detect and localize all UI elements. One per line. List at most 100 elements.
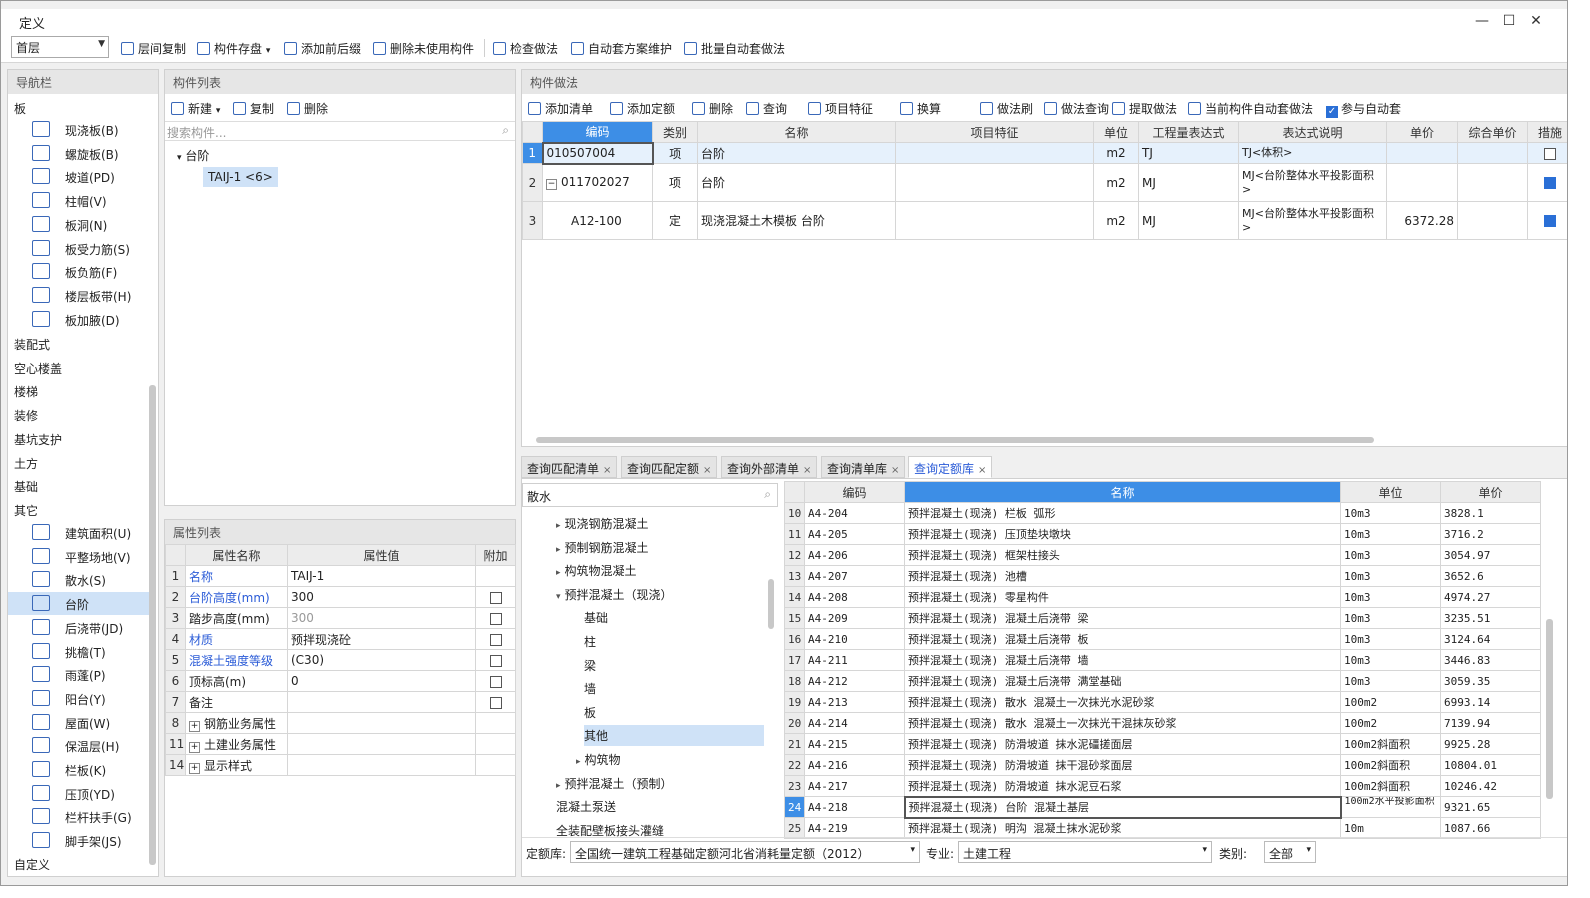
quota-cell-name[interactable]: 预拌混凝土(现浇) 明沟 混凝土抹水泥砂浆 bbox=[904, 817, 1341, 839]
quota-tree-node[interactable]: 其他 bbox=[584, 725, 764, 747]
method-row[interactable]: 1 010507004 项 台阶 m2 TJ TJ<体积> bbox=[522, 141, 1567, 165]
method-cell-code[interactable]: −011702027 bbox=[542, 163, 653, 202]
method-cell-unit[interactable]: m2 bbox=[1093, 163, 1139, 202]
quota-tree-node[interactable]: 墙 bbox=[584, 680, 596, 697]
nav-item[interactable]: 板洞(N) bbox=[8, 213, 152, 236]
measure-checkbox[interactable] bbox=[1544, 147, 1556, 160]
nav-item[interactable]: 螺旋板(B) bbox=[8, 142, 152, 165]
copy-floor-button[interactable]: 层间复制 bbox=[121, 40, 186, 56]
method-column-header[interactable]: 表达式说明 bbox=[1238, 121, 1387, 143]
quota-cell-unit[interactable]: 100m2水平投影面积 bbox=[1340, 796, 1441, 818]
nav-item[interactable]: 阳台(Y) bbox=[8, 687, 152, 710]
method-row[interactable]: 3 A12-100 定 现浇混凝土木模板 台阶 m2 MJ MJ<台阶整体水平投影面积> 63… bbox=[522, 201, 1567, 240]
quota-cell-name[interactable]: 预拌混凝土(现浇) 防滑坡道 抹干混砂浆面层 bbox=[904, 754, 1341, 776]
quota-cell-unit[interactable]: 10m3 bbox=[1340, 670, 1441, 692]
tree-arrow-icon[interactable]: ▸ bbox=[576, 757, 581, 767]
quota-cell-price[interactable]: 10804.01 bbox=[1440, 754, 1541, 776]
quota-row[interactable]: 10 A4-204 预拌混凝土(现浇) 栏板 弧形 10m3 3828.1 bbox=[784, 502, 1541, 524]
quota-tree-node[interactable]: 板 bbox=[584, 704, 596, 721]
nav-category[interactable]: 基坑支护 bbox=[14, 431, 62, 448]
method-cell-feature[interactable] bbox=[895, 142, 1094, 164]
quota-cell-name[interactable]: 预拌混凝土(现浇) 混凝土后浇带 梁 bbox=[904, 607, 1341, 629]
floor-select[interactable]: 首层 ▼ bbox=[11, 36, 109, 58]
quota-tree-node[interactable]: ▸ 构筑物 bbox=[576, 751, 621, 768]
method-toolbar-button[interactable]: 项目特征 bbox=[808, 100, 873, 116]
nav-item[interactable]: 雨蓬(P) bbox=[8, 663, 152, 686]
quota-cell-name[interactable]: 预拌混凝土(现浇) 零星构件 bbox=[904, 586, 1341, 608]
quota-cell-code[interactable]: A4-217 bbox=[804, 775, 905, 797]
tree-arrow-icon[interactable]: ▾ bbox=[556, 592, 561, 602]
delete-unused-button[interactable]: 删除未使用构件 bbox=[373, 40, 474, 56]
quota-cell-unit[interactable]: 10m3 bbox=[1340, 607, 1441, 629]
close-icon[interactable]: ✕ bbox=[1525, 11, 1547, 31]
quota-cell-name[interactable]: 预拌混凝土(现浇) 散水 混凝土一次抹光干混抹灰砂浆 bbox=[904, 712, 1341, 734]
property-row[interactable]: 11 + 土建业务属性 bbox=[165, 733, 516, 755]
quota-cell-unit[interactable]: 100m2 bbox=[1340, 691, 1441, 713]
nav-item[interactable]: 建筑面积(U) bbox=[8, 521, 152, 544]
quota-cell-name[interactable]: 预拌混凝土(现浇) 防滑坡道 抹水泥豆石浆 bbox=[904, 775, 1341, 797]
method-toolbar-button[interactable]: ✓ 参与自动套 bbox=[1326, 100, 1401, 118]
method-column-header[interactable]: 措施 bbox=[1527, 121, 1567, 143]
extra-checkbox[interactable] bbox=[489, 696, 502, 709]
collapse-minus-icon[interactable]: − bbox=[546, 179, 557, 191]
quota-cell-code[interactable]: A4-216 bbox=[804, 754, 905, 776]
nav-item[interactable]: 楼层板带(H) bbox=[8, 284, 152, 307]
minimize-icon[interactable]: — bbox=[1471, 11, 1493, 31]
batch-auto-button[interactable]: 批量自动套做法 bbox=[684, 40, 785, 56]
quota-cell-name[interactable]: 预拌混凝土(现浇) 散水 混凝土一次抹光水泥砂浆 bbox=[904, 691, 1341, 713]
component-tree-parent[interactable]: ▾ 台阶 bbox=[177, 147, 209, 164]
property-value[interactable]: (C30) bbox=[287, 649, 476, 671]
quota-cell-unit[interactable]: 100m2 bbox=[1340, 712, 1441, 734]
quota-cell-unit[interactable]: 100m2斜面积 bbox=[1340, 775, 1441, 797]
quota-row[interactable]: 21 A4-215 预拌混凝土(现浇) 防滑坡道 抹水泥礓搓面层 100m2斜面积 99… bbox=[784, 733, 1541, 755]
close-icon[interactable]: × bbox=[891, 465, 899, 476]
tree-arrow-icon[interactable]: ▸ bbox=[556, 545, 561, 555]
quota-cell-code[interactable]: A4-207 bbox=[804, 565, 905, 587]
quota-cell-name[interactable]: 预拌混凝土(现浇) 混凝土后浇带 板 bbox=[904, 628, 1341, 650]
quota-cell-price[interactable]: 9321.65 bbox=[1440, 796, 1541, 818]
quota-cell-code[interactable]: A4-213 bbox=[804, 691, 905, 713]
nav-scrollbar[interactable] bbox=[149, 385, 156, 865]
quota-row[interactable]: 11 A4-205 预拌混凝土(现浇) 压顶垫块墩块 10m3 3716.2 bbox=[784, 523, 1541, 545]
extra-checkbox[interactable] bbox=[489, 654, 502, 667]
quota-cell-code[interactable]: A4-218 bbox=[804, 796, 905, 818]
nav-item[interactable]: 屋面(W) bbox=[8, 711, 152, 734]
method-cell-code[interactable]: 010507004 bbox=[541, 141, 654, 165]
property-value[interactable]: 预拌现浇砼 bbox=[287, 628, 476, 650]
quota-cell-price[interactable]: 3446.83 bbox=[1440, 649, 1541, 671]
quota-cell-name[interactable]: 预拌混凝土(现浇) 台阶 混凝土基层 bbox=[903, 795, 1342, 819]
quota-tree-node[interactable]: 混凝土泵送 bbox=[556, 798, 616, 815]
close-icon[interactable]: × bbox=[703, 465, 711, 476]
quota-tree-node[interactable]: 柱 bbox=[584, 633, 596, 650]
extra-checkbox[interactable] bbox=[489, 633, 502, 646]
quota-cell-price[interactable]: 6993.14 bbox=[1440, 691, 1541, 713]
quota-column-header[interactable]: 编码 bbox=[804, 481, 905, 503]
nav-item[interactable]: 脚手架(JS) bbox=[8, 829, 152, 852]
method-column-header[interactable]: 类别 bbox=[652, 121, 698, 143]
quota-tree-node[interactable]: ▸ 现浇钢筋混凝土 bbox=[556, 515, 649, 532]
save-component-button[interactable]: 构件存盘 ▾ bbox=[197, 40, 270, 56]
property-value[interactable]: 300 bbox=[287, 586, 476, 608]
quota-cell-price[interactable]: 3054.97 bbox=[1440, 544, 1541, 566]
property-value[interactable] bbox=[287, 691, 476, 713]
quota-cell-name[interactable]: 预拌混凝土(现浇) 压顶垫块墩块 bbox=[904, 523, 1341, 545]
nav-item[interactable]: 平整场地(V) bbox=[8, 545, 152, 568]
method-h-scrollbar[interactable] bbox=[536, 437, 1374, 443]
property-row[interactable]: 2 台阶高度(mm) 300 bbox=[165, 586, 516, 608]
tree-arrow-icon[interactable]: ▸ bbox=[556, 781, 561, 791]
method-cell-unit[interactable]: m2 bbox=[1093, 201, 1139, 240]
add-prefix-suffix-button[interactable]: 添加前后缀 bbox=[284, 40, 361, 56]
quota-cell-unit[interactable]: 10m3 bbox=[1340, 523, 1441, 545]
method-row[interactable]: 2−011702027 项 台阶 m2 MJ MJ<台阶整体水平投影面积> bbox=[522, 163, 1567, 202]
quota-cell-unit[interactable]: 10m3 bbox=[1340, 502, 1441, 524]
nav-item[interactable]: 板加腋(D) bbox=[8, 308, 152, 331]
expand-plus-icon[interactable]: + bbox=[189, 741, 200, 753]
method-toolbar-button[interactable]: 查询 bbox=[746, 100, 787, 116]
query-tab[interactable]: 查询匹配清单 × bbox=[521, 456, 618, 478]
quota-cell-price[interactable]: 1087.66 bbox=[1440, 817, 1541, 839]
quota-tree-node[interactable]: ▸ 构筑物混凝土 bbox=[556, 562, 637, 579]
quota-cell-unit[interactable]: 100m2斜面积 bbox=[1340, 733, 1441, 755]
quota-lib-select[interactable]: 全国统一建筑工程基础定额河北省消耗量定额（2012） ▾ bbox=[570, 841, 920, 863]
quota-tree-node[interactable]: 基础 bbox=[584, 609, 608, 626]
quota-cell-unit[interactable]: 10m3 bbox=[1340, 649, 1441, 671]
